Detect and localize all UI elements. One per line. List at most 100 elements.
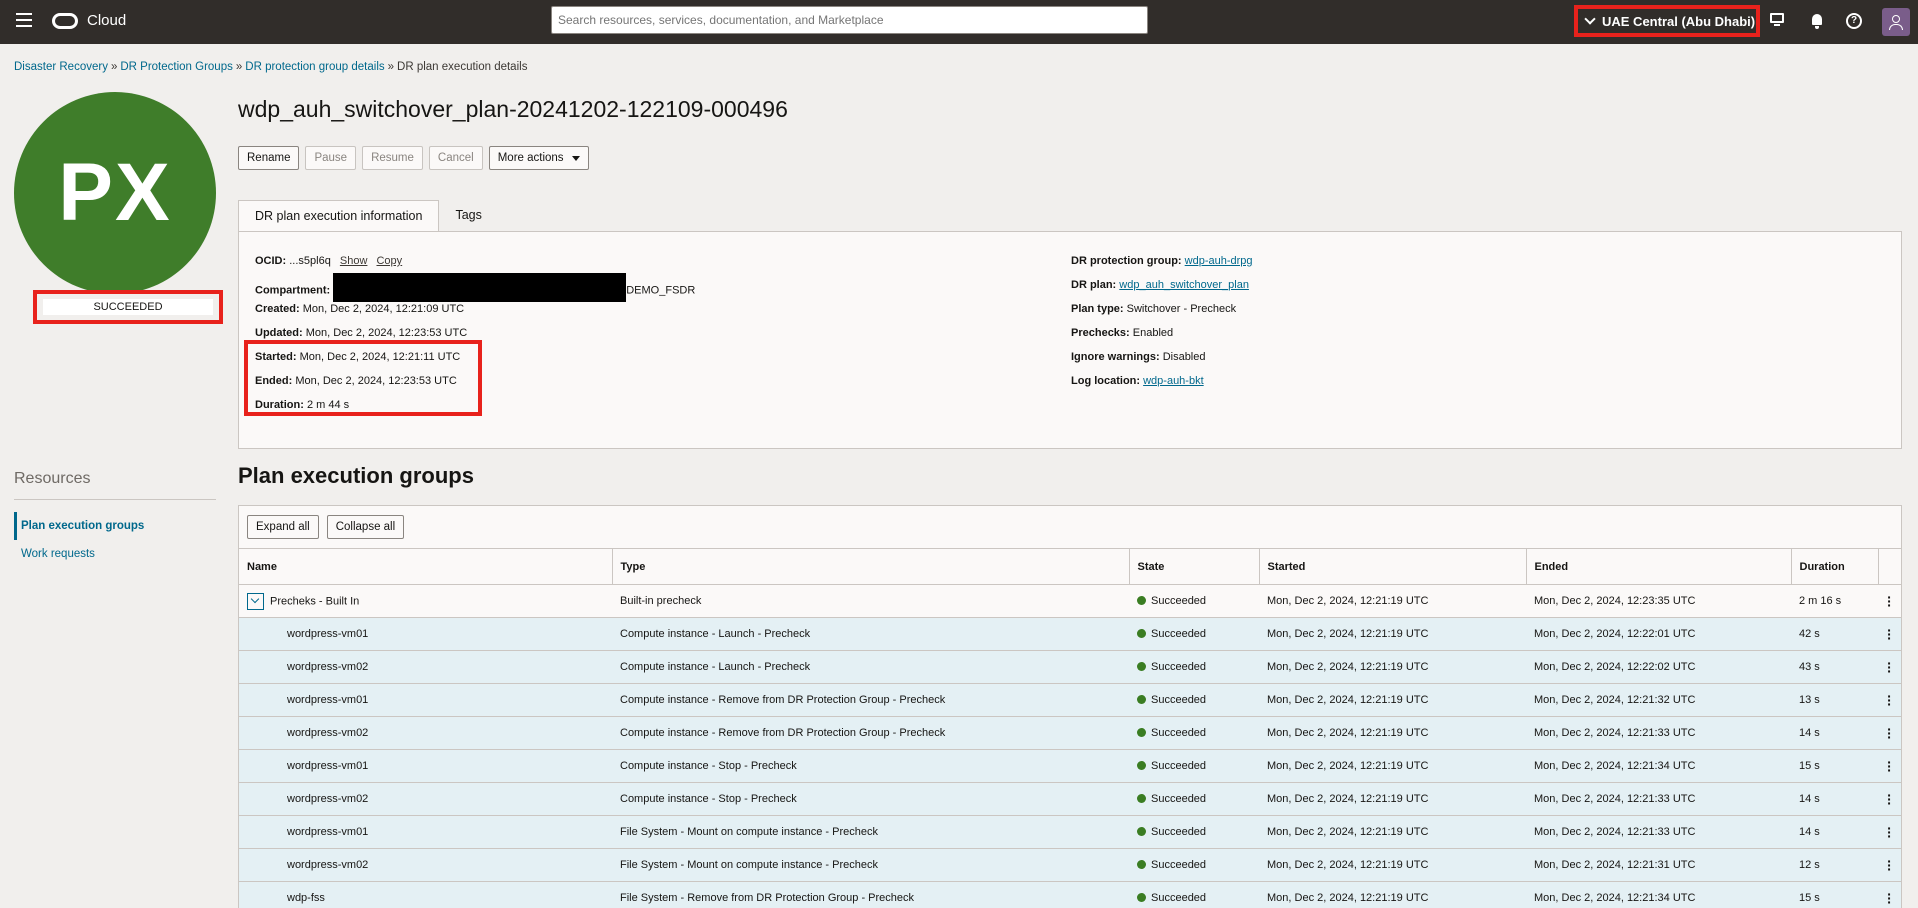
row-actions-kebab-icon[interactable]: · · · [1878,584,1901,618]
cell-state: Succeeded [1129,815,1259,849]
search-input[interactable] [551,6,1148,34]
breadcrumb-disaster-recovery[interactable]: Disaster Recovery [14,61,108,73]
cell-type: Compute instance - Remove from DR Protec… [612,683,1129,717]
table-row: wordpress-vm01 Compute instance - Launch … [239,617,1901,651]
cell-name: wordpress-vm02 [239,782,612,816]
ocid-copy-link[interactable]: Copy [376,255,402,267]
dr-plan-link[interactable]: wdp_auh_switchover_plan [1119,279,1249,291]
brand-label[interactable]: Cloud [87,12,126,29]
row-actions-kebab-icon[interactable]: · · · [1878,683,1901,717]
notifications-icon[interactable] [1808,12,1826,30]
cell-started: Mon, Dec 2, 2024, 12:21:19 UTC [1259,815,1526,849]
row-actions-kebab-icon[interactable]: · · · [1878,749,1901,783]
resources-nav: Plan execution groups Work requests [14,512,216,568]
state-label: Succeeded [1151,760,1207,772]
groups-action-bar: Expand all Collapse all [247,515,405,539]
tab-tags[interactable]: Tags [439,200,497,231]
protection-group-label: DR protection group: [1071,255,1182,267]
info-panel: OCID: ...s5pl6q Show Copy Compartment: D… [238,231,1902,449]
more-actions-button[interactable]: More actions [488,146,589,170]
compartment-label: Compartment: [255,284,331,297]
ocid-label: OCID: [255,255,287,267]
state-label: Succeeded [1151,859,1207,871]
state-label: Succeeded [1151,892,1207,904]
row-actions-kebab-icon[interactable]: · · · [1878,716,1901,750]
cell-duration: 14 s [1791,782,1878,816]
cell-ended: Mon, Dec 2, 2024, 12:21:32 UTC [1526,683,1791,717]
cell-type: Compute instance - Launch - Precheck [612,650,1129,684]
table-row: wordpress-vm01 File System - Mount on com… [239,815,1901,849]
user-avatar-icon[interactable] [1882,8,1910,36]
page-title: wdp_auh_switchover_plan-20241202-122109-… [238,96,788,122]
column-header-state[interactable]: State [1129,548,1260,585]
cell-name: wdp-fss [239,881,612,908]
collapse-all-button[interactable]: Collapse all [326,515,405,539]
breadcrumb-dr-protection-groups[interactable]: DR Protection Groups [120,61,233,73]
cell-name: Precheks - Built In [239,584,612,618]
caret-down-icon [571,155,580,161]
cell-type: Compute instance - Launch - Precheck [612,617,1129,651]
menu-icon[interactable] [16,13,32,27]
state-label: Succeeded [1151,628,1207,640]
row-actions-kebab-icon[interactable]: · · · [1878,782,1901,816]
column-header-ended[interactable]: Ended [1526,548,1792,585]
tab-dr-plan-execution-information[interactable]: DR plan execution information [238,200,440,231]
expand-all-button[interactable]: Expand all [247,515,319,539]
row-actions-kebab-icon[interactable]: · · · [1878,617,1901,651]
cell-duration: 14 s [1791,716,1878,750]
more-actions-label: More actions [497,152,564,164]
table-row: wordpress-vm01 Compute instance - Remove … [239,683,1901,717]
ocid-value: ...s5pl6q [289,255,331,267]
breadcrumb-dr-protection-group-details[interactable]: DR protection group details [245,61,384,73]
protection-group-link[interactable]: wdp-auh-drpg [1185,255,1253,267]
group-name: Precheks - Built In [270,594,360,607]
breadcrumb: Disaster Recovery» DR Protection Groups» D… [14,61,528,73]
help-icon[interactable]: ? [1846,13,1862,29]
cell-name: wordpress-vm01 [239,749,612,783]
log-location-link[interactable]: wdp-auh-bkt [1143,375,1204,387]
state-label: Succeeded [1151,595,1207,607]
prechecks-label: Prechecks: [1071,327,1130,339]
region-selector[interactable]: UAE Central (Abu Dhabi) [1574,5,1760,37]
row-actions-kebab-icon[interactable]: · · · [1878,881,1901,908]
cell-state: Succeeded [1129,584,1259,618]
table-row: wordpress-vm02 Compute instance - Launch … [239,650,1901,684]
column-header-name[interactable]: Name [239,548,613,585]
cell-state: Succeeded [1129,881,1259,908]
cell-ended: Mon, Dec 2, 2024, 12:21:34 UTC [1526,749,1791,783]
resource-link-work-requests[interactable]: Work requests [14,540,216,568]
region-label: UAE Central (Abu Dhabi) [1602,13,1756,29]
plan-execution-groups-panel: Expand all Collapse all Name Type State … [238,505,1902,908]
log-location-label: Log location: [1071,375,1141,387]
cell-ended: Mon, Dec 2, 2024, 12:23:35 UTC [1526,584,1791,618]
success-status-icon [1137,860,1146,869]
row-actions-kebab-icon[interactable]: · · · [1878,848,1901,882]
resources-divider [14,499,216,500]
state-label: Succeeded [1151,694,1207,706]
row-actions-kebab-icon[interactable]: · · · [1878,650,1901,684]
resume-button[interactable]: Resume [362,146,423,170]
ocid-show-link[interactable]: Show [340,255,368,267]
cell-name: wordpress-vm01 [239,815,612,849]
column-header-started[interactable]: Started [1259,548,1527,585]
row-actions-kebab-icon[interactable]: · · · [1878,815,1901,849]
rename-button[interactable]: Rename [238,146,300,170]
cell-name: wordpress-vm01 [239,683,612,717]
cell-ended: Mon, Dec 2, 2024, 12:21:33 UTC [1526,815,1791,849]
compartment-value: DEMO_FSDR [626,284,696,297]
state-label: Succeeded [1151,727,1207,739]
collapse-toggle-icon[interactable] [247,592,264,610]
resource-link-plan-execution-groups[interactable]: Plan execution groups [14,512,216,540]
cell-name: wordpress-vm01 [239,617,612,651]
cell-ended: Mon, Dec 2, 2024, 12:21:33 UTC [1526,716,1791,750]
cancel-button[interactable]: Cancel [428,146,483,170]
column-header-duration[interactable]: Duration [1791,548,1879,585]
cloud-shell-icon[interactable] [1768,12,1786,30]
column-header-actions [1878,548,1901,585]
column-header-type[interactable]: Type [612,548,1130,585]
cell-ended: Mon, Dec 2, 2024, 12:21:34 UTC [1526,881,1791,908]
breadcrumb-current: DR plan execution details [397,61,528,73]
state-label: Succeeded [1151,826,1207,838]
oracle-logo-icon[interactable] [52,13,78,29]
pause-button[interactable]: Pause [305,146,357,170]
